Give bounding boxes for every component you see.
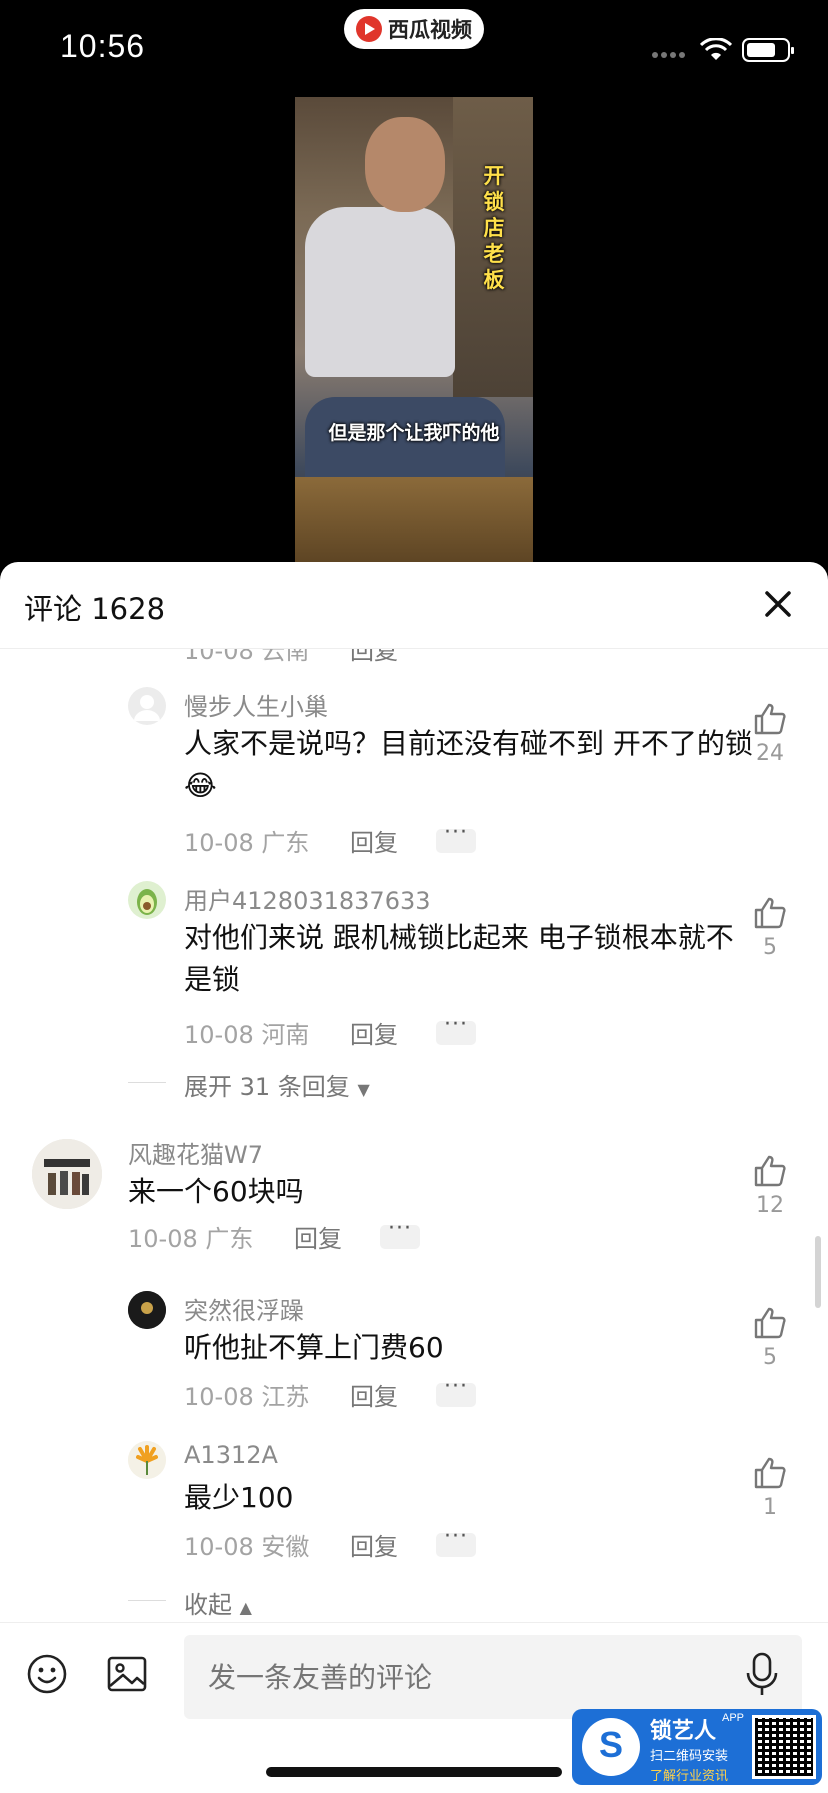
video-vertical-title: 开锁店老板	[483, 164, 505, 292]
comment-text: 人家不是说吗？目前还没有碰不到 开不了的锁😂	[184, 727, 753, 802]
like-count: 5	[763, 935, 777, 960]
like-count: 5	[763, 1345, 777, 1370]
caret-up-icon: ▲	[239, 1598, 252, 1617]
avatar[interactable]	[32, 1139, 102, 1209]
thumbs-up-icon	[754, 703, 786, 735]
home-indicator	[266, 1767, 562, 1777]
status-bar: 10:56 西瓜视频	[0, 0, 828, 100]
like-button[interactable]: 1	[748, 1455, 792, 1520]
xigua-logo-icon	[356, 16, 382, 42]
video-background	[295, 477, 533, 562]
like-button[interactable]: 5	[748, 1305, 792, 1370]
thumbs-up-icon	[754, 1457, 786, 1489]
comment-meta: 10-08 河南	[184, 1021, 310, 1049]
watermark-app-label: APP	[722, 1712, 745, 1724]
reply-button[interactable]: 回复	[350, 1377, 398, 1412]
comment-username[interactable]: 慢步人生小巢	[184, 687, 328, 722]
watermark-badge: 锁艺人 APP 扫二维码安装 了解行业资讯	[572, 1709, 822, 1785]
comment-meta: 10-08 安徽	[184, 1533, 310, 1561]
like-button[interactable]: 12	[748, 1153, 792, 1218]
comment-count-title: 评论 1628	[24, 592, 166, 626]
thumbs-up-icon	[754, 1307, 786, 1339]
divider	[128, 1082, 166, 1083]
microphone-icon[interactable]	[742, 1651, 782, 1699]
reply-button[interactable]: 回复	[294, 1219, 342, 1254]
video-figure	[305, 207, 455, 377]
comment-sheet: 评论 1628 10-08 云南 回复 慢步人生小巢 人家不是说吗？目前还没有碰…	[0, 562, 828, 1792]
comment-username[interactable]: 用户4128031837633	[184, 881, 431, 916]
comment-username[interactable]: 突然很浮躁	[184, 1291, 304, 1326]
collapse-replies-button[interactable]: 收起 ▲	[184, 1585, 252, 1620]
video-figure	[365, 117, 445, 212]
like-button[interactable]: 5	[748, 895, 792, 960]
comment-meta: 10-08 广东	[184, 829, 310, 857]
comment-text: 来一个60块吗	[128, 1175, 304, 1208]
like-count: 24	[756, 741, 784, 766]
reply-button[interactable]: 回复	[350, 823, 398, 858]
like-count: 1	[763, 1495, 777, 1520]
caret-down-icon: ▼	[357, 1080, 370, 1099]
comment-text: 听他扯不算上门费60	[184, 1331, 444, 1364]
avatar[interactable]	[128, 881, 166, 919]
emoji-icon[interactable]	[26, 1653, 68, 1695]
expand-replies-button[interactable]: 展开 31 条回复 ▼	[184, 1067, 370, 1102]
comment-username[interactable]: A1312A	[184, 1441, 278, 1469]
divider	[128, 1600, 166, 1601]
more-options-button[interactable]	[436, 1524, 476, 1557]
comment-meta: 10-08 江苏	[184, 1383, 310, 1411]
video-player[interactable]: 开锁店老板 但是那个让我吓的他	[295, 97, 533, 562]
image-icon[interactable]	[106, 1653, 148, 1695]
more-options-button[interactable]	[436, 1374, 476, 1407]
watermark-line2: 了解行业资讯	[650, 1768, 729, 1783]
watermark-line1: 扫二维码安装	[650, 1748, 729, 1763]
thumbs-up-icon	[754, 1155, 786, 1187]
avatar[interactable]	[128, 1441, 166, 1479]
more-options-button[interactable]	[436, 1012, 476, 1045]
status-time: 10:56	[60, 28, 146, 64]
avatar[interactable]	[128, 1291, 166, 1329]
reply-button[interactable]: 回复	[350, 1527, 398, 1562]
more-options-button[interactable]	[380, 1216, 420, 1249]
more-options-button[interactable]	[436, 820, 476, 853]
comment-username[interactable]: 风趣花猫W7	[128, 1135, 263, 1170]
signal-icon	[652, 52, 685, 58]
reply-button[interactable]: 回复	[350, 649, 398, 666]
comment-meta-clipped: 10-08 云南	[184, 649, 310, 665]
shield-logo-icon	[582, 1718, 640, 1776]
battery-icon	[742, 38, 794, 62]
avatar[interactable]	[128, 687, 166, 725]
comment-text: 对他们来说 跟机械锁比起来 电子锁根本就不是锁	[184, 921, 734, 996]
watermark-name: 锁艺人	[650, 1718, 717, 1743]
scrollbar[interactable]	[815, 1236, 821, 1308]
reply-button[interactable]: 回复	[350, 1015, 398, 1050]
back-to-app-pill[interactable]: 西瓜视频	[344, 9, 484, 49]
qr-code-icon	[752, 1715, 816, 1779]
comment-list[interactable]: 10-08 云南 回复 慢步人生小巢 人家不是说吗？目前还没有碰不到 开不了的锁…	[0, 649, 828, 1624]
wifi-icon	[700, 38, 732, 60]
comment-meta: 10-08 广东	[128, 1225, 254, 1253]
comment-input[interactable]	[184, 1635, 802, 1719]
comment-text: 最少100	[184, 1481, 294, 1514]
close-icon[interactable]	[758, 584, 798, 624]
app-name: 西瓜视频	[388, 18, 472, 42]
comment-sheet-header: 评论 1628	[0, 562, 828, 649]
video-subtitle: 但是那个让我吓的他	[328, 422, 500, 444]
thumbs-up-icon	[754, 897, 786, 929]
like-count: 12	[756, 1193, 784, 1218]
like-button[interactable]: 24	[748, 701, 792, 766]
